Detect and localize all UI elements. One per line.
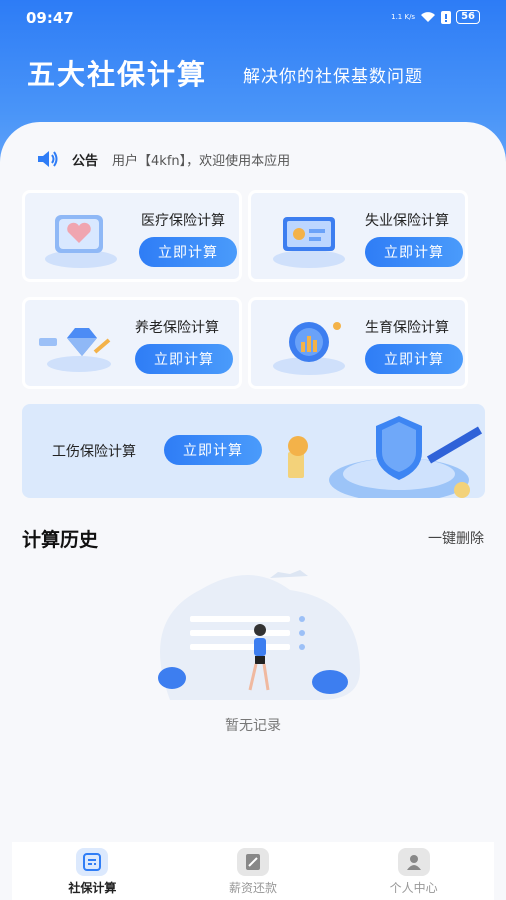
pension-insurance-card[interactable]: 养老保险计算 立即计算 <box>22 297 242 389</box>
nav-label: 薪资还款 <box>229 881 278 895</box>
card-title: 失业保险计算 <box>365 213 449 229</box>
work-injury-insurance-card[interactable]: 工伤保险计算 立即计算 <box>22 404 485 498</box>
notebook-icon <box>237 848 269 876</box>
calculate-button[interactable]: 立即计算 <box>164 435 262 465</box>
page-title: 五大社保计算 <box>27 58 208 91</box>
maternity-illustration-icon <box>273 322 345 375</box>
unemployment-insurance-card[interactable]: 失业保险计算 立即计算 <box>248 190 468 282</box>
unemployment-illustration-icon <box>273 217 345 268</box>
network-speed: 1.1 K/s <box>391 12 416 21</box>
speaker-icon <box>38 151 58 167</box>
calculate-button[interactable]: 立即计算 <box>139 237 237 267</box>
notification-icon <box>441 10 452 24</box>
pension-illustration-icon <box>39 328 111 372</box>
card-title: 生育保险计算 <box>365 320 449 336</box>
shield-illustration-icon <box>288 416 483 498</box>
nav-item-social-calc[interactable]: 社保计算 <box>12 842 173 900</box>
notice-text: 用户【4kfn】，欢迎使用本应用 <box>112 153 291 169</box>
status-time: 09:47 <box>26 9 74 27</box>
notice-bar[interactable]: 公告 用户【4kfn】，欢迎使用本应用 <box>36 148 290 170</box>
calculator-icon <box>76 848 109 876</box>
nav-item-personal-center[interactable]: 个人中心 <box>333 842 494 900</box>
page-subtitle: 解决你的社保基数问题 <box>243 67 423 87</box>
card-title: 养老保险计算 <box>135 320 219 336</box>
delete-all-button[interactable]: 一键删除 <box>428 528 484 548</box>
nav-item-salary-repay[interactable]: 薪资还款 <box>173 842 334 900</box>
medical-insurance-card[interactable]: 医疗保险计算 立即计算 <box>22 190 242 282</box>
medical-illustration-icon <box>45 215 117 268</box>
history-title: 计算历史 <box>22 529 99 551</box>
status-bar: 09:47 1.1 K/s 56 <box>0 0 506 34</box>
bottom-nav: 社保计算 薪资还款 个人中心 <box>12 842 494 900</box>
calculate-button[interactable]: 立即计算 <box>365 344 463 374</box>
card-title: 医疗保险计算 <box>141 213 225 229</box>
nav-label: 个人中心 <box>389 881 438 895</box>
notice-label: 公告 <box>72 153 99 169</box>
empty-state-text: 暂无记录 <box>225 718 281 734</box>
calculate-button[interactable]: 立即计算 <box>135 344 233 374</box>
calculate-button[interactable]: 立即计算 <box>365 237 463 267</box>
wifi-icon <box>421 12 436 22</box>
card-title: 工伤保险计算 <box>52 444 136 460</box>
empty-state-illustration-icon <box>158 570 360 700</box>
nav-label: 社保计算 <box>68 881 117 895</box>
person-icon <box>397 848 430 876</box>
maternity-insurance-card[interactable]: 生育保险计算 立即计算 <box>248 297 468 389</box>
battery-indicator: 56 <box>456 10 480 24</box>
